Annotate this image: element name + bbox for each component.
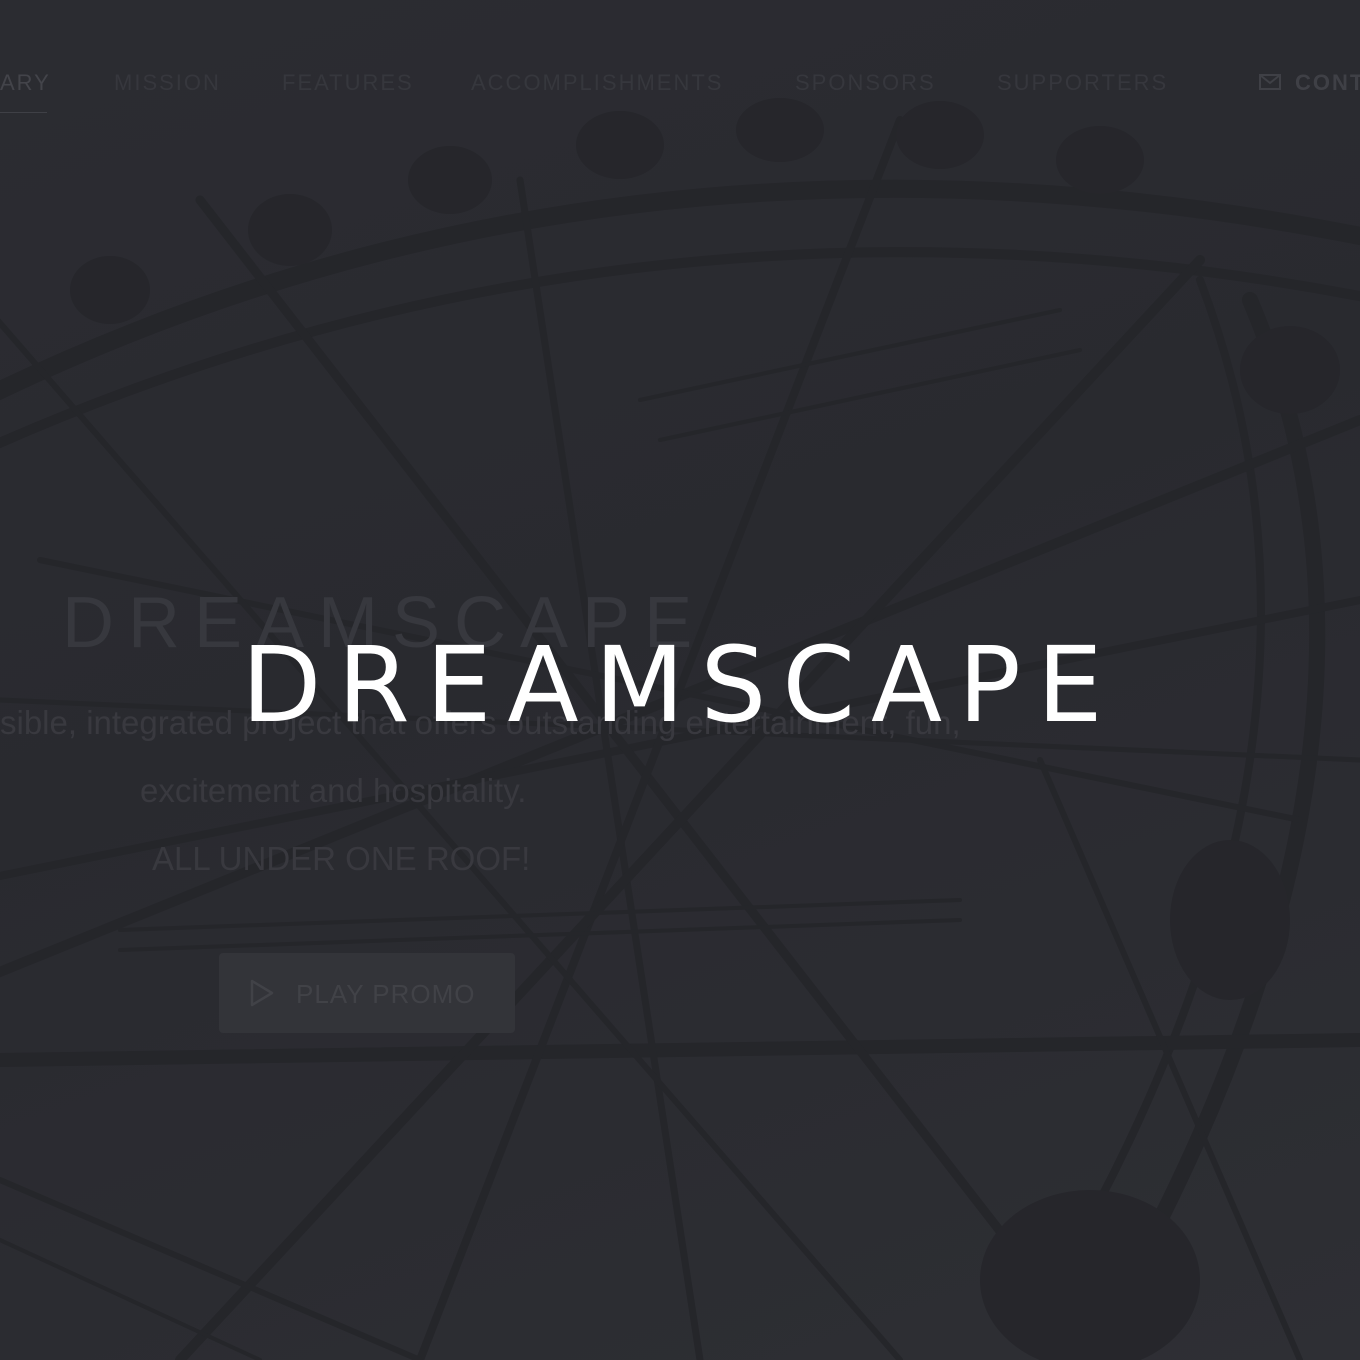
brand-title: DREAMSCAPE [241,624,1119,746]
splash-screen: ARY MISSION FEATURES ACCOMPLISHMENTS SPO… [0,0,1360,1360]
loading-overlay: DREAMSCAPE [0,0,1360,1360]
